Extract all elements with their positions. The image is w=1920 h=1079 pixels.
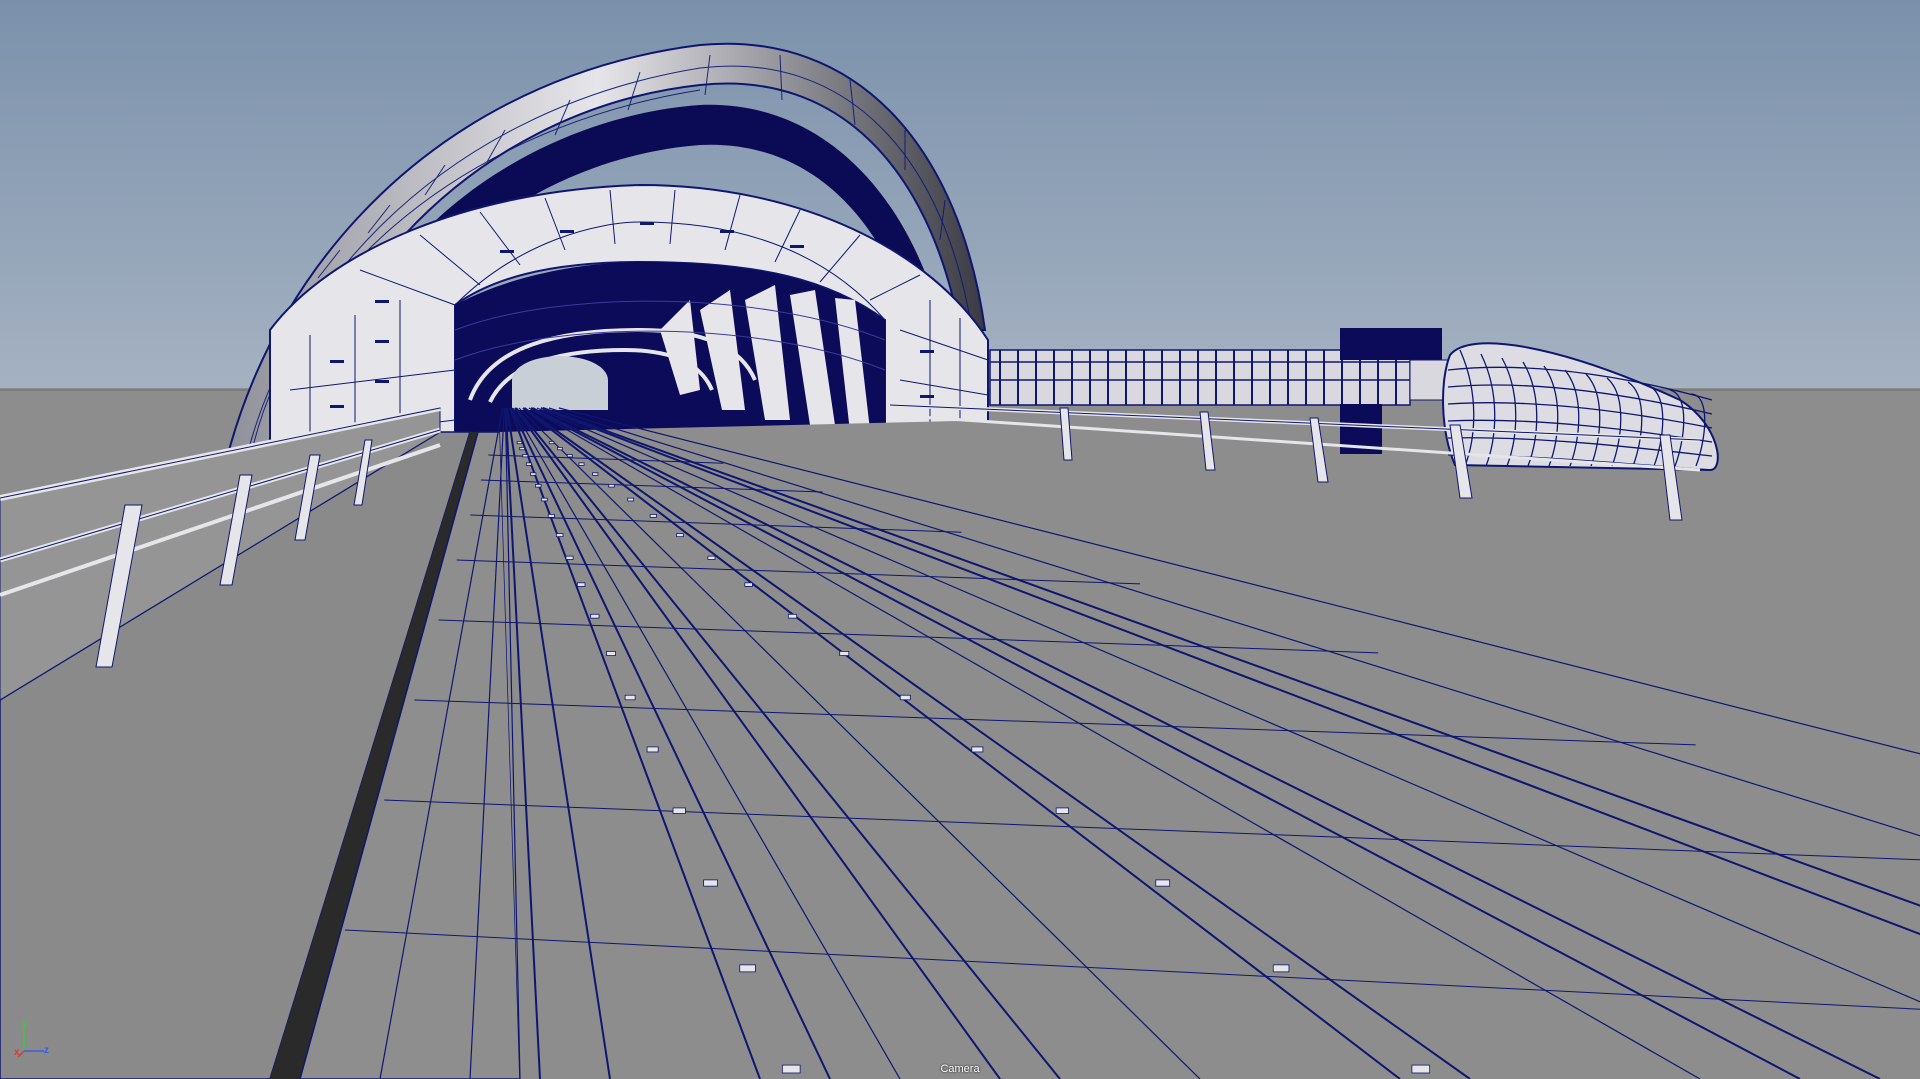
wireframe-scene[interactable] [0, 0, 1920, 1079]
track-sleeper [1155, 879, 1171, 887]
track-sleeper [555, 533, 564, 538]
track-sleeper [839, 651, 850, 656]
track-sleeper [576, 582, 586, 587]
track-sleeper [516, 440, 523, 445]
right-platform [500, 420, 1920, 1079]
track-sleeper [530, 472, 537, 476]
track-sleeper [627, 497, 635, 502]
track-sleeper [624, 694, 636, 701]
platforms-and-tracks[interactable] [0, 407, 1920, 1079]
track-sleeper [608, 484, 615, 488]
track-sleeper [525, 462, 532, 466]
track-sleeper [787, 613, 798, 619]
track-sleeper [971, 746, 984, 753]
track-sleeper [590, 613, 600, 619]
track-sleeper [739, 964, 756, 973]
track-sleeper [744, 582, 753, 587]
track-sleeper [566, 454, 573, 458]
track-sleeper [578, 462, 585, 466]
track-sleeper [649, 513, 657, 518]
track-sleeper [1055, 807, 1069, 814]
track-sleeper [522, 454, 529, 458]
track-sleeper [547, 513, 555, 518]
track-sleeper [592, 472, 599, 476]
track-sleeper [540, 497, 548, 502]
axis-z-label: z [44, 1045, 49, 1056]
track-sleeper [707, 555, 716, 560]
track-sleeper [646, 746, 659, 753]
track-sleeper [703, 879, 718, 887]
track-sleeper [557, 447, 563, 451]
track-sleeper [548, 440, 555, 445]
axis-x-label: x [14, 1047, 20, 1058]
track-sleeper [565, 555, 574, 560]
track-sleeper [519, 447, 525, 451]
track-sleeper [1411, 1064, 1431, 1074]
track-sleeper [535, 484, 542, 488]
maya-perspective-viewport[interactable]: y x z Camera [0, 0, 1920, 1079]
track-sleeper [676, 533, 684, 538]
axis-y-label: y [22, 1019, 28, 1030]
track-sleeper [781, 1064, 801, 1074]
axis-gizmo: y x z [14, 1019, 54, 1061]
track-sleeper [1272, 964, 1290, 973]
track-sleeper [672, 807, 686, 814]
track-sleeper [899, 694, 911, 701]
track-sleeper [606, 651, 616, 656]
